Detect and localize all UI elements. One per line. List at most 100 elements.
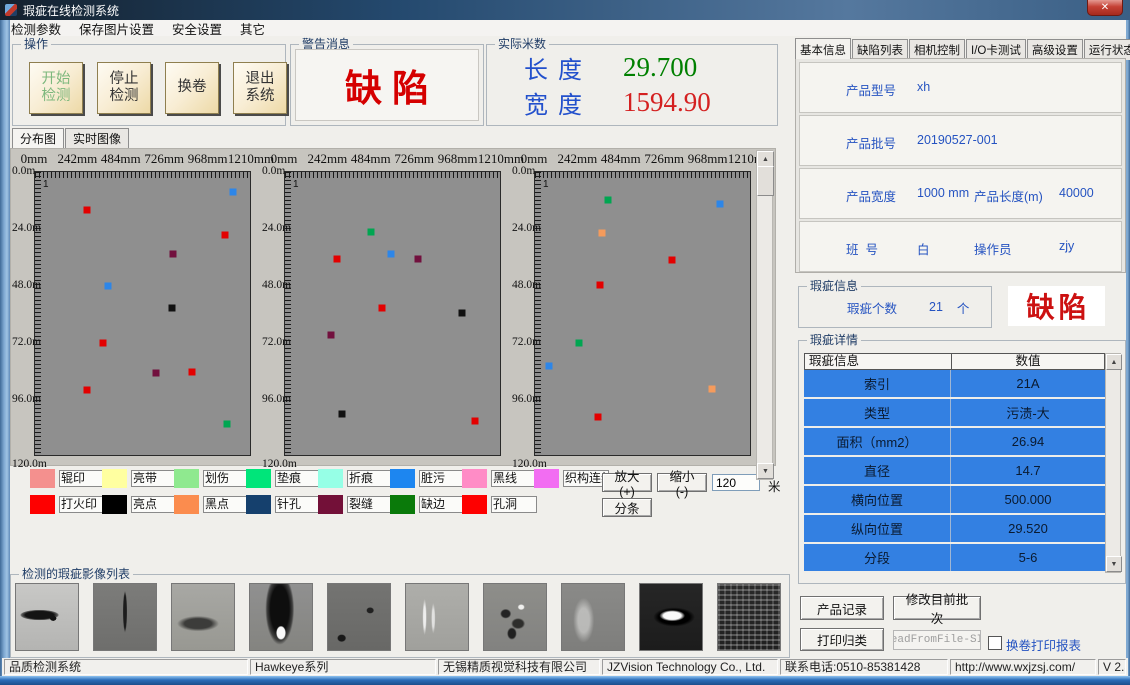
defect-point[interactable]: [328, 331, 335, 338]
read-from-file-button[interactable]: ReadFromFile-SIM: [893, 630, 981, 650]
defect-point[interactable]: [594, 414, 601, 421]
plot-scrollbar[interactable]: ▲ ▼: [756, 150, 773, 480]
legend-swatch: [318, 469, 343, 488]
defect-point[interactable]: [458, 309, 465, 316]
legend-label: 脏污: [419, 470, 465, 487]
defect-thumbnail[interactable]: [249, 583, 313, 651]
right-tab-4[interactable]: 高级设置: [1027, 39, 1083, 60]
defect-point[interactable]: [230, 188, 237, 195]
close-button[interactable]: ✕: [1087, 0, 1123, 16]
defect-point[interactable]: [152, 370, 159, 377]
op-button-exit[interactable]: 退出 系统: [233, 62, 287, 114]
print-report-checkbox-label[interactable]: 换卷打印报表: [1006, 635, 1081, 654]
defect-point[interactable]: [224, 421, 231, 428]
scroll-down-icon[interactable]: ▼: [757, 463, 774, 479]
defect-point[interactable]: [368, 228, 375, 235]
product-record-button[interactable]: 产品记录: [800, 596, 884, 620]
defect-point[interactable]: [188, 368, 195, 375]
legend-swatch: [462, 495, 487, 514]
defect-point[interactable]: [222, 231, 229, 238]
right-tab-0[interactable]: 基本信息: [795, 38, 851, 59]
defect-detail-row[interactable]: 面积（mm2）26.94: [804, 428, 1105, 457]
zoom-in-button[interactable]: 放大(+): [602, 473, 652, 492]
window-title: 瑕疵在线检测系统: [23, 2, 119, 19]
defect-point[interactable]: [668, 257, 675, 264]
status-segment-1: Hawkeye系列: [250, 659, 436, 675]
op-button-change-roll[interactable]: 换卷: [165, 62, 219, 114]
defect-point[interactable]: [378, 305, 385, 312]
defect-thumbnail[interactable]: [561, 583, 625, 651]
meter-row-1: 宽度1594.90: [493, 85, 771, 120]
defect-point[interactable]: [576, 339, 583, 346]
menu-item-0[interactable]: 检测参数: [2, 19, 70, 38]
meters-rows: 长度29.700宽度1594.90: [493, 49, 771, 121]
range-input[interactable]: [712, 474, 760, 491]
defect-detail-row[interactable]: 横向位置500.000: [804, 486, 1105, 515]
legend-item: 折痕: [318, 469, 390, 488]
defect-point[interactable]: [83, 387, 90, 394]
scroll-down-icon[interactable]: ▼: [1106, 556, 1122, 572]
zoom-out-button[interactable]: 缩小(-): [657, 473, 707, 492]
defect-point[interactable]: [338, 411, 345, 418]
meter-label: 宽度: [493, 85, 623, 120]
right-tab-5[interactable]: 运行状态信息: [1084, 39, 1130, 60]
defect-point[interactable]: [334, 256, 341, 263]
left-tab-1[interactable]: 实时图像: [65, 128, 129, 148]
right-tab-3[interactable]: I/O卡测试: [966, 39, 1026, 60]
op-button-start[interactable]: 开始 检测: [29, 62, 83, 114]
defect-point[interactable]: [387, 251, 394, 258]
print-report-checkbox[interactable]: [988, 636, 1002, 650]
split-button[interactable]: 分条: [602, 498, 652, 517]
defect-detail-row[interactable]: 纵向位置29.520: [804, 515, 1105, 544]
y-tick-label: 0.0m: [262, 165, 292, 177]
x-tick-label: 242mm: [308, 151, 348, 167]
defect-point[interactable]: [599, 229, 606, 236]
right-tab-2[interactable]: 相机控制: [909, 39, 965, 60]
defect-thumbnail[interactable]: [639, 583, 703, 651]
defect-detail-row[interactable]: 类型污渍-大: [804, 399, 1105, 428]
scroll-up-icon[interactable]: ▲: [757, 151, 774, 167]
right-tab-1[interactable]: 缺陷列表: [852, 39, 908, 60]
left-tab-0[interactable]: 分布图: [12, 128, 64, 148]
defect-detail-row[interactable]: 直径14.7: [804, 457, 1105, 486]
defect-thumbnail[interactable]: [93, 583, 157, 651]
menu-item-2[interactable]: 安全设置: [163, 19, 231, 38]
defect-thumbnail[interactable]: [327, 583, 391, 651]
legend-label: 亮带: [131, 470, 177, 487]
legend-item: 孔洞: [462, 495, 534, 514]
defect-point[interactable]: [168, 305, 175, 312]
defect-thumbnail[interactable]: [171, 583, 235, 651]
defect-point[interactable]: [708, 386, 715, 393]
defect-point[interactable]: [596, 282, 603, 289]
legend-item: 针孔: [246, 495, 318, 514]
defect-point[interactable]: [169, 250, 176, 257]
defect-point[interactable]: [105, 283, 112, 290]
detail-scrollbar[interactable]: ▲ ▼: [1105, 353, 1121, 573]
x-tick-label: 726mm: [644, 151, 684, 167]
status-segment-5: http://www.wxjzsj.com/: [950, 659, 1096, 675]
op-button-stop[interactable]: 停止 检测: [97, 62, 151, 114]
defect-thumbnail[interactable]: [405, 583, 469, 651]
defect-detail-row[interactable]: 分段5-6: [804, 544, 1105, 573]
defect-point[interactable]: [415, 256, 422, 263]
defect-point[interactable]: [545, 362, 552, 369]
scroll-up-icon[interactable]: ▲: [1106, 354, 1122, 370]
defect-point[interactable]: [84, 206, 91, 213]
menu-item-3[interactable]: 其它: [231, 19, 274, 38]
distribution-plot-panel: 0mm242mm484mm726mm968mm1210mm0.0m24.0m48…: [10, 148, 776, 466]
defect-point[interactable]: [472, 418, 479, 425]
defect-field-value: 500.000: [951, 486, 1105, 513]
defect-point[interactable]: [100, 339, 107, 346]
scrollbar-thumb[interactable]: [757, 166, 774, 196]
defect-point[interactable]: [716, 200, 723, 207]
defect-thumbnail[interactable]: [15, 583, 79, 651]
defect-thumbnail[interactable]: [717, 583, 781, 651]
defect-point[interactable]: [605, 196, 612, 203]
print-classify-button[interactable]: 打印归类: [800, 628, 884, 651]
modify-batch-button[interactable]: 修改目前批次: [893, 596, 981, 620]
menu-item-1[interactable]: 保存图片设置: [70, 19, 163, 38]
warning-panel: 缺陷: [295, 49, 479, 121]
defect-detail-row[interactable]: 索引21A: [804, 370, 1105, 399]
defect-count-value: 21: [929, 300, 943, 314]
defect-thumbnail[interactable]: [483, 583, 547, 651]
